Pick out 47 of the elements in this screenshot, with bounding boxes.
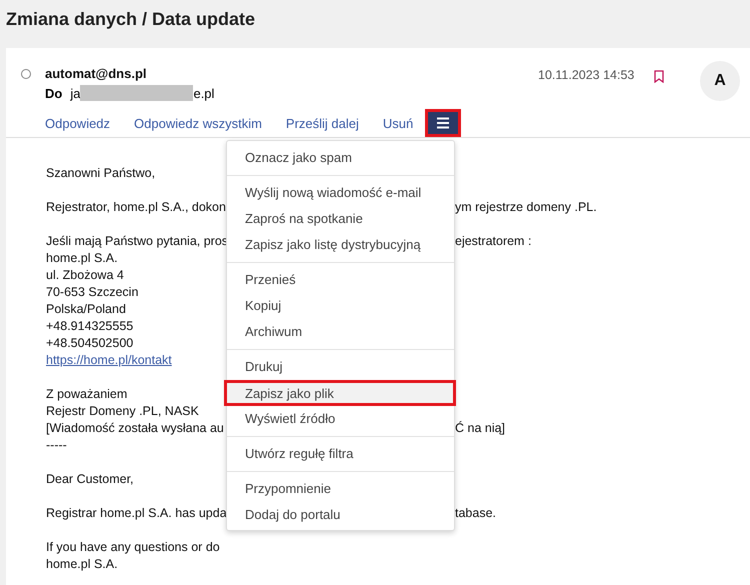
body-text: Registrar home.pl S.A. has upda — [46, 505, 226, 522]
select-radio[interactable] — [21, 69, 31, 79]
to-label: Do — [45, 86, 62, 101]
body-text: Ć na nią] — [455, 420, 506, 437]
body-text: tabase. — [455, 505, 498, 522]
page-title: Zmiana danych / Data update — [5, 8, 256, 31]
recipient-start: ja — [70, 86, 80, 101]
menu-item[interactable]: Drukuj — [224, 354, 456, 380]
body-text: 70-653 Szczecin — [46, 284, 140, 301]
menu-icon — [436, 117, 450, 129]
menu-item[interactable]: Archiwum — [224, 319, 456, 345]
body-text: Polska/Poland — [46, 301, 127, 318]
contact-link[interactable]: https://home.pl/kontakt — [46, 352, 172, 369]
action-link[interactable]: Odpowiedz wszystkim — [134, 116, 262, 130]
menu-item[interactable]: Oznacz jako spam — [224, 145, 456, 171]
body-text: ul. Zbożowa 4 — [46, 267, 125, 284]
more-menu-button[interactable] — [425, 109, 462, 137]
menu-item[interactable]: Przypomnienie — [224, 476, 456, 502]
body-text: ym rejestrze domeny .PL. — [455, 199, 598, 216]
body-text: [Wiadomość została wysłana au — [46, 420, 225, 437]
menu-item[interactable]: Zaproś na spotkanie — [224, 206, 456, 232]
body-text: Z poważaniem — [46, 386, 128, 403]
body-text: Dear Customer, — [46, 471, 135, 488]
body-text: ejestratorem : — [455, 233, 532, 250]
body-text: home.pl S.A. — [46, 250, 119, 267]
body-text: +48.504502500 — [46, 335, 134, 352]
sender: automat@dns.pl — [45, 66, 147, 83]
body-text: ----- — [46, 437, 68, 454]
menu-item[interactable]: Przenieś — [224, 267, 456, 293]
body-text: If you have any questions or do — [46, 539, 221, 556]
body-text: +48.914325555 — [46, 318, 134, 335]
menu-item[interactable]: Zapisz jako plik — [224, 380, 456, 406]
body-text: Szanowni Państwo, — [46, 165, 156, 182]
avatar[interactable]: A — [700, 61, 740, 101]
body-text: Rejestr Domeny .PL, NASK — [46, 403, 200, 420]
message-date: 10.11.2023 14:53 — [538, 68, 634, 82]
bookmark-icon[interactable] — [654, 70, 664, 83]
body-text: home.pl S.A. — [46, 556, 119, 573]
menu-item[interactable]: Utwórz regułę filtra — [224, 441, 456, 467]
action-link[interactable]: Usuń — [382, 116, 414, 130]
body-text: Rejestrator, home.pl S.A., dokon — [46, 199, 226, 216]
menu-item[interactable]: Kopiuj — [224, 293, 456, 319]
action-link[interactable]: Odpowiedz — [45, 116, 110, 130]
action-link[interactable]: Prześlij dalej — [286, 116, 359, 130]
menu-item[interactable]: Wyślij nową wiadomość e-mail — [224, 180, 456, 206]
recipient-end: e.pl — [193, 86, 214, 101]
menu-item[interactable]: Wyświetl źródło — [224, 406, 456, 432]
